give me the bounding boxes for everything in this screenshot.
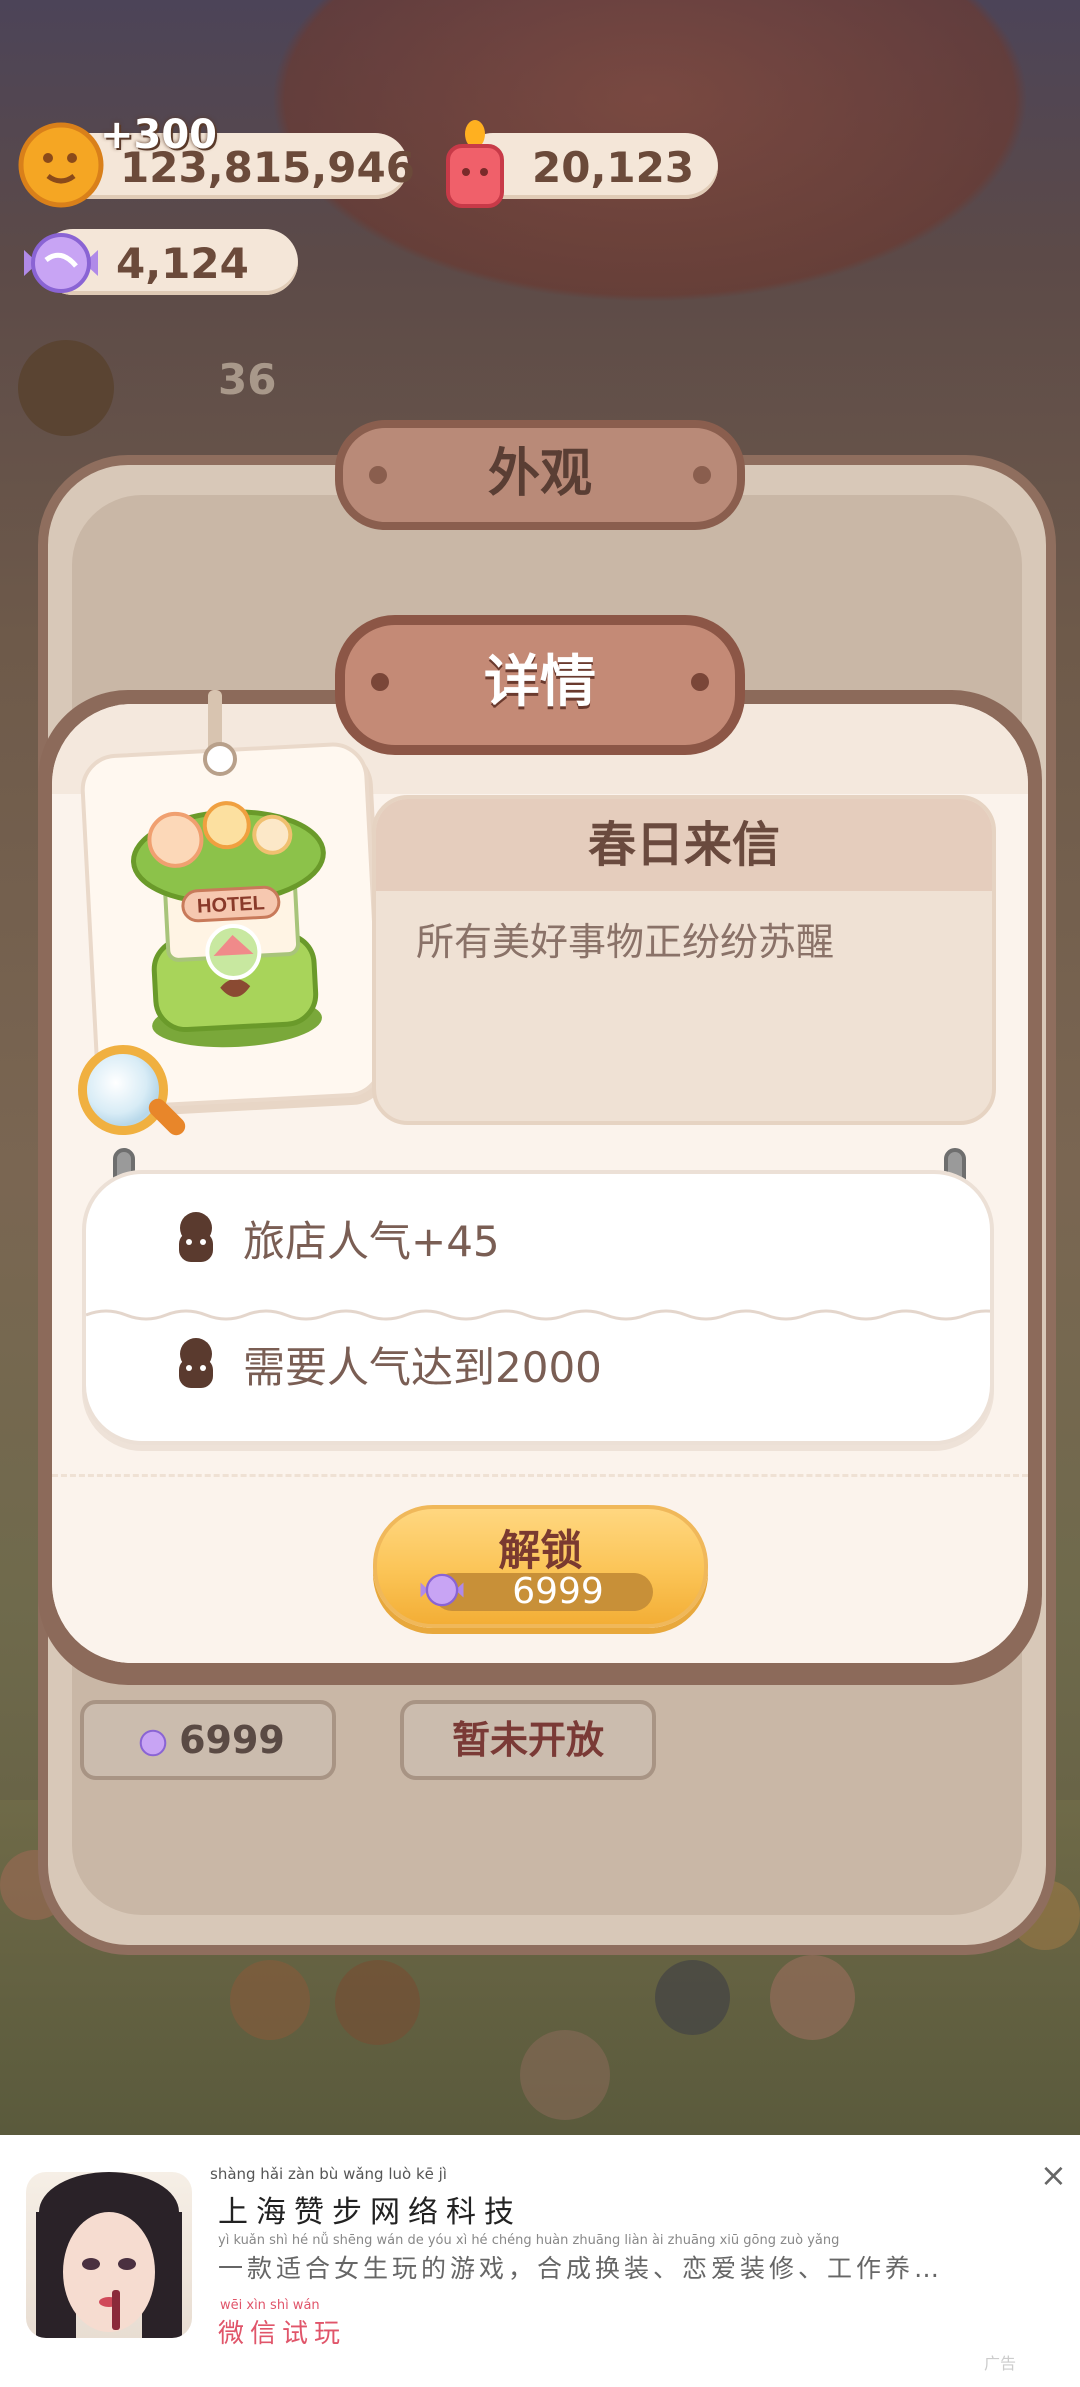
hotel-item-icon: HOTEL [131,801,326,1048]
stat-popularity-text: 旅店人气+45 [243,1216,500,1266]
ad-subtitle: 一款适合女生玩的游戏，合成换装、恋爱装修、工作养… [218,2254,944,2283]
appearance-title-banner: 外观 [335,420,745,530]
cookie-coin-icon [18,122,104,208]
item-description: 所有美好事物正纷纷苏醒 [416,920,835,964]
background-character [520,2030,610,2120]
candle-count: 20,123 [532,143,695,192]
outfit-price: 6999 [179,1718,285,1762]
close-icon[interactable]: × [1040,2159,1067,2191]
candy-count: 4,124 [116,239,249,288]
hotel-sign: HOTEL [197,892,266,918]
magnifier-icon[interactable] [78,1045,168,1135]
appearance-title: 外观 [487,444,592,504]
stats-card: 旅店人气+45 需要人气达到2000 [82,1170,994,1445]
stat-row-popularity: 旅店人气+45 [171,1198,500,1278]
background-character [335,1960,420,2045]
candy-icon [139,1729,167,1756]
ad-cta-pinyin: wēi xìn shì wán [220,2298,320,2313]
not-open-label: 暂未开放 [451,1718,604,1762]
girl-portrait-image [36,2172,182,2338]
side-count: 36 [218,355,277,404]
not-open-button[interactable]: 暂未开放 [400,1700,656,1780]
ad-cta-link[interactable]: 微信试玩 [218,2313,346,2350]
background-character [230,1960,310,2040]
details-title: 详情 [484,650,596,715]
stat-requirement-text: 需要人气达到2000 [243,1342,602,1392]
ad-avatar [26,2172,192,2338]
outfit-price-button[interactable]: 6999 [80,1700,336,1780]
popularity-icon [179,1212,213,1262]
coin-gain-popup: +300 [100,112,218,158]
tag-hole [203,742,237,776]
details-title-banner: 详情 [335,615,745,755]
unlock-button[interactable]: 解锁 6999 [373,1505,708,1628]
ad-subtitle-pinyin: yì kuǎn shì hé nǚ shēng wán de yóu xì hé… [218,2233,840,2248]
candy-icon [24,233,98,293]
popularity-icon [179,1338,213,1388]
item-name: 春日来信 [376,799,992,891]
wave-divider [86,1309,990,1321]
ad-banner[interactable]: shàng hǎi zàn bù wǎng luò kē jì 上海赞步网络科技… [0,2135,1080,2387]
ad-title: 上海赞步网络科技 [218,2195,522,2230]
candy-icon [420,1573,464,1607]
sun-badge[interactable] [18,340,114,436]
ad-title-pinyin: shàng hǎi zàn bù wǎng luò kē jì [210,2165,447,2183]
stat-row-requirement: 需要人气达到2000 [171,1324,602,1404]
candle-icon [446,120,504,208]
background-character [655,1960,730,2035]
item-info-box: 春日来信 所有美好事物正纷纷苏醒 [372,795,996,1125]
ad-label: 广告 [984,2354,1017,2373]
background-character [770,1955,855,2040]
